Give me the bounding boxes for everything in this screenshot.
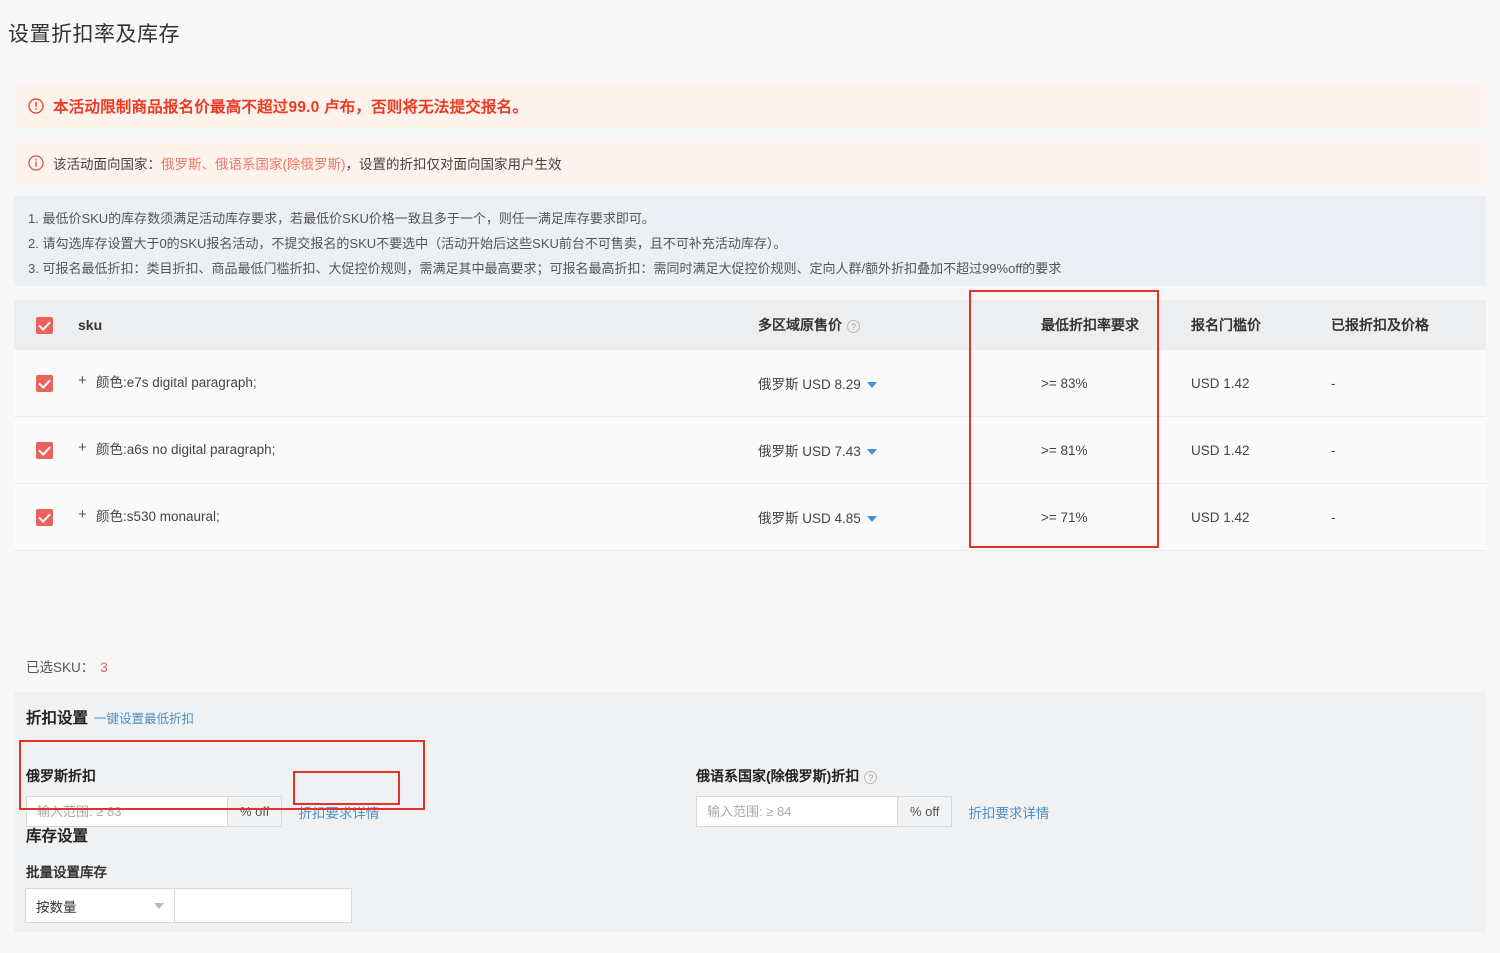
question-circle-icon[interactable]: ?: [864, 770, 878, 784]
inventory-amount-input[interactable]: [175, 888, 352, 923]
inventory-mode-select[interactable]: 按数量: [25, 888, 175, 923]
russian-speaking-discount-label: 俄语系国家(除俄罗斯)折扣?: [696, 766, 1049, 786]
row-checkbox[interactable]: [35, 374, 53, 392]
expand-plus-icon[interactable]: +: [78, 439, 91, 456]
row-threshold-price: USD 1.42: [1191, 375, 1250, 391]
row-price-region: 俄罗斯: [758, 377, 799, 392]
info-banner-text: 该活动面向国家：俄罗斯、俄语系国家(除俄罗斯)，设置的折扣仅对面向国家用户生效: [53, 153, 562, 173]
info-banner-countries: 俄罗斯、俄语系国家(除俄罗斯): [161, 157, 346, 172]
info-banner: 该活动面向国家：俄罗斯、俄语系国家(除俄罗斯)，设置的折扣仅对面向国家用户生效: [14, 142, 1486, 184]
selected-sku-label: 已选SKU：: [26, 660, 95, 675]
table-row: + 颜色:a6s no digital paragraph; 俄罗斯 USD 7.…: [14, 417, 1486, 484]
select-all-checkbox-cell: [14, 316, 74, 334]
row-checkbox-cell: [14, 441, 74, 459]
row-price-cell: 俄罗斯 USD 4.85: [734, 507, 999, 527]
rule-item: 2. 请勾选库存设置大于0的SKU报名活动，不提交报名的SKU不要选中（活动开始…: [28, 236, 787, 251]
row-threshold-price: USD 1.42: [1191, 442, 1250, 458]
russian-speaking-discount-label-text: 俄语系国家(除俄罗斯)折扣: [696, 768, 860, 784]
page-title: 设置折扣率及库存: [8, 23, 180, 46]
column-header-sku: sku: [78, 317, 103, 333]
russia-discount-suffix: % off: [228, 796, 283, 827]
rules-box: 1. 最低价SKU的库存数须满足活动库存要求，若最低价SKU价格一致且多于一个，…: [14, 196, 1486, 286]
inventory-mode-value: 按数量: [36, 899, 77, 915]
discount-settings-title-text: 折扣设置: [26, 710, 89, 727]
row-min-discount: >= 81%: [1041, 442, 1088, 458]
row-sku-cell: + 颜色:a6s no digital paragraph;: [74, 439, 734, 461]
discount-settings-title: 折扣设置 一键设置最低折扣: [26, 706, 1474, 728]
table-row: + 颜色:e7s digital paragraph; 俄罗斯 USD 8.29 …: [14, 350, 1486, 417]
column-header-multi-region-price-label: 多区域原售价: [758, 317, 842, 333]
chevron-down-icon[interactable]: [866, 382, 877, 389]
info-banner-prefix: 该活动面向国家：: [53, 157, 161, 172]
russian-speaking-discount-block: 俄语系国家(除俄罗斯)折扣? % off 折扣要求详情: [696, 742, 1049, 827]
row-min-discount: >= 83%: [1041, 375, 1088, 391]
info-banner-suffix: ，设置的折扣仅对面向国家用户生效: [345, 157, 562, 172]
chevron-down-icon: [154, 902, 164, 909]
warning-banner: 本活动限制商品报名价最高不超过99.0 卢布，否则将无法提交报名。: [14, 84, 1486, 128]
inventory-input-row: 按数量: [25, 888, 352, 923]
quick-set-min-discount-link[interactable]: 一键设置最低折扣: [94, 712, 194, 726]
row-price-value: USD 7.43: [802, 444, 861, 459]
row-sku-cell: + 颜色:s530 monaural;: [74, 506, 734, 528]
row-price-region: 俄罗斯: [758, 444, 799, 459]
row-sku-text: 颜色:e7s digital paragraph;: [96, 375, 257, 390]
row-checkbox-cell: [14, 508, 74, 526]
row-price-value: USD 4.85: [802, 511, 861, 526]
row-applied-discount: -: [1331, 509, 1336, 525]
russian-speaking-discount-suffix: % off: [898, 796, 953, 827]
column-header-threshold-price: 报名门槛价: [1191, 317, 1261, 333]
exclamation-circle-icon: [28, 98, 44, 114]
inventory-bulk-label: 批量设置库存: [26, 865, 107, 880]
row-sku-text: 颜色:a6s no digital paragraph;: [96, 442, 276, 457]
expand-plus-icon[interactable]: +: [78, 372, 91, 389]
column-header-min-discount: 最低折扣率要求: [1041, 317, 1139, 333]
row-checkbox-cell: [14, 374, 74, 392]
info-circle-icon: [28, 155, 44, 171]
row-price-value: USD 8.29: [802, 377, 861, 392]
row-sku-text: 颜色:s530 monaural;: [96, 509, 220, 524]
russian-speaking-discount-input-row: % off 折扣要求详情: [696, 796, 1049, 827]
row-min-discount: >= 71%: [1041, 509, 1088, 525]
rule-item: 1. 最低价SKU的库存数须满足活动库存要求，若最低价SKU价格一致且多于一个，…: [28, 211, 655, 226]
discount-inventory-page: 设置折扣率及库存 本活动限制商品报名价最高不超过99.0 卢布，否则将无法提交报…: [0, 0, 1500, 953]
russia-discount-label: 俄罗斯折扣: [26, 768, 96, 784]
selected-sku-count: 已选SKU： 3: [26, 656, 108, 676]
russian-speaking-discount-input[interactable]: [696, 796, 898, 827]
row-applied-discount: -: [1331, 375, 1336, 391]
table-header-row: sku 多区域原售价? 最低折扣率要求 报名门槛价 已报折扣及价格: [14, 300, 1486, 350]
russian-speaking-discount-detail-link[interactable]: 折扣要求详情: [968, 802, 1049, 822]
column-header-applied-discount: 已报折扣及价格: [1331, 317, 1429, 333]
row-price-region: 俄罗斯: [758, 511, 799, 526]
russia-discount-detail-link[interactable]: 折扣要求详情: [298, 802, 379, 822]
row-checkbox[interactable]: [35, 508, 53, 526]
row-checkbox[interactable]: [35, 441, 53, 459]
table-row: + 颜色:s530 monaural; 俄罗斯 USD 4.85 >= 71% U…: [14, 484, 1486, 551]
chevron-down-icon[interactable]: [866, 449, 877, 456]
select-all-checkbox[interactable]: [35, 316, 53, 334]
russia-discount-input-row: % off 折扣要求详情: [26, 796, 379, 827]
row-threshold-price: USD 1.42: [1191, 509, 1250, 525]
russia-discount-input[interactable]: [26, 796, 228, 827]
inventory-settings-title: 库存设置: [26, 828, 89, 845]
row-sku-cell: + 颜色:e7s digital paragraph;: [74, 372, 734, 394]
chevron-down-icon[interactable]: [866, 516, 877, 523]
russia-discount-block: 俄罗斯折扣 % off 折扣要求详情: [26, 742, 379, 827]
row-price-cell: 俄罗斯 USD 7.43: [734, 440, 999, 460]
rule-item: 3. 可报名最低折扣：类目折扣、商品最低门槛折扣、大促控价规则，需满足其中最高要…: [28, 261, 1062, 276]
column-header-multi-region-price: 多区域原售价?: [734, 315, 999, 335]
warning-banner-text: 本活动限制商品报名价最高不超过99.0 卢布，否则将无法提交报名。: [53, 99, 529, 116]
question-circle-icon[interactable]: ?: [847, 319, 860, 333]
expand-plus-icon[interactable]: +: [78, 506, 91, 523]
row-price-cell: 俄罗斯 USD 8.29: [734, 373, 999, 393]
sku-table: sku 多区域原售价? 最低折扣率要求 报名门槛价 已报折扣及价格 + 颜色:e7…: [14, 300, 1486, 551]
selected-sku-number: 3: [100, 660, 108, 675]
row-applied-discount: -: [1331, 442, 1336, 458]
